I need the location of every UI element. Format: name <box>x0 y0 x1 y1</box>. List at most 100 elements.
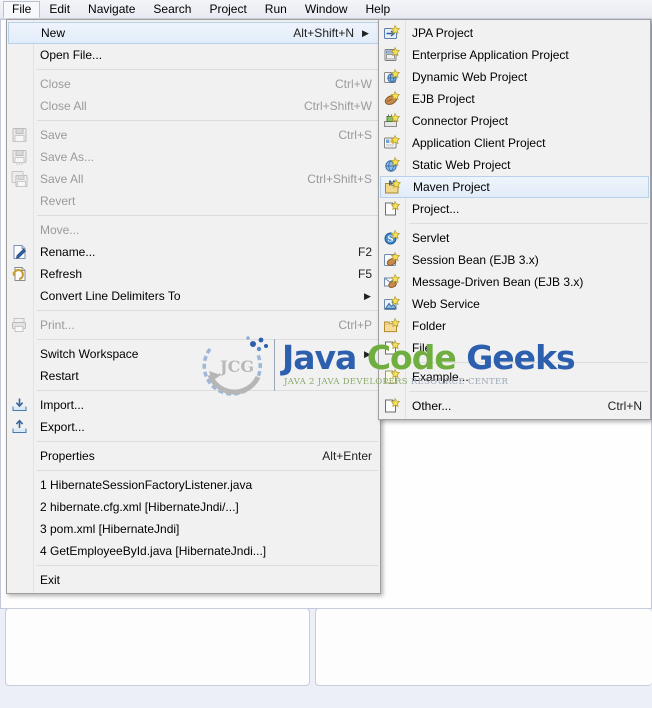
menubar-item-run[interactable]: Run <box>256 1 296 18</box>
new-submenu-item-file[interactable]: File <box>379 337 650 359</box>
menu-item-accelerator: Alt+Shift+N <box>293 26 354 40</box>
menu-item-label: Open File... <box>40 48 103 62</box>
file-menu-popup: New Alt+Shift+N ▶ Open File... Close Ctrl+W Cl… <box>6 19 381 594</box>
menu-item-label: Other... <box>412 399 452 413</box>
file-menu-item-export[interactable]: Export... <box>7 416 380 438</box>
new-submenu-popup: JPA Project Enterprise Application Projec… <box>378 19 651 420</box>
file-menu-item-exit[interactable]: Exit <box>7 569 380 591</box>
folder-icon <box>383 317 401 335</box>
file-menu-item-properties[interactable]: Properties Alt+Enter <box>7 445 380 467</box>
file-menu-item-import[interactable]: Import... <box>7 394 380 416</box>
new-submenu-item-maven-project[interactable]: M Maven Project <box>380 176 649 198</box>
new-submenu-item-application-client-project[interactable]: Application Client Project <box>379 132 650 154</box>
menu-item-label: Web Service <box>412 297 480 311</box>
other-icon <box>383 397 401 415</box>
file-menu-item-revert: Revert <box>7 190 380 212</box>
menubar-item-edit[interactable]: Edit <box>40 1 79 18</box>
menu-separator <box>409 391 648 392</box>
menu-item-label: New <box>41 26 66 40</box>
menu-item-label: Static Web Project <box>412 158 511 172</box>
submenu-arrow-icon: ▶ <box>364 290 371 301</box>
file-menu-item-restart[interactable]: Restart <box>7 365 380 387</box>
menu-separator <box>37 215 378 216</box>
menu-item-label: Save <box>40 128 68 142</box>
new-submenu-item-jpa-project[interactable]: JPA Project <box>379 22 650 44</box>
menu-item-label: 2 hibernate.cfg.xml [HibernateJndi/...] <box>40 500 239 514</box>
file-menu-item-switch-workspace[interactable]: Switch Workspace ▶ <box>7 343 380 365</box>
menu-item-label: Switch Workspace <box>40 347 139 361</box>
menu-item-label: Session Bean (EJB 3.x) <box>412 253 539 267</box>
menu-item-label: Folder <box>412 319 447 333</box>
menu-item-label: Convert Line Delimiters To <box>40 289 181 303</box>
menu-item-label: Application Client Project <box>412 136 546 150</box>
menu-item-label: 3 pom.xml [HibernateJndi] <box>40 522 180 536</box>
file-menu-item-rename[interactable]: Rename... F2 <box>7 241 380 263</box>
file-menu-item-new[interactable]: New Alt+Shift+N ▶ <box>8 22 379 44</box>
project-icon <box>383 200 401 218</box>
file-menu-item-3-pom-xml-hibernatejndi[interactable]: 3 pom.xml [HibernateJndi] <box>7 518 380 540</box>
menu-item-accelerator: Alt+Enter <box>322 449 372 463</box>
save-all-icon <box>11 171 29 188</box>
dynamic-web-project-icon <box>383 68 401 86</box>
new-submenu-item-example[interactable]: Example... <box>379 366 650 388</box>
menubar-item-navigate[interactable]: Navigate <box>79 1 144 18</box>
new-submenu-item-folder[interactable]: Folder <box>379 315 650 337</box>
menubar-item-search[interactable]: Search <box>144 1 200 18</box>
menu-item-label: Connector Project <box>412 114 509 128</box>
menu-separator <box>409 223 648 224</box>
new-submenu-item-ejb-project[interactable]: EJB Project <box>379 88 650 110</box>
file-menu-item-refresh[interactable]: Refresh F5 <box>7 263 380 285</box>
new-submenu-item-enterprise-application-project[interactable]: Enterprise Application Project <box>379 44 650 66</box>
menubar-item-window[interactable]: Window <box>296 1 357 18</box>
menu-item-label: EJB Project <box>412 92 475 106</box>
menu-item-label: Dynamic Web Project <box>412 70 528 84</box>
connector-project-icon <box>383 112 401 130</box>
bottom-left-panel <box>5 608 310 686</box>
application-client-project-icon <box>383 134 401 152</box>
menu-item-accelerator: F5 <box>357 267 372 281</box>
file-menu-item-4-getemployeebyid-java-hibernatejndi[interactable]: 4 GetEmployeeById.java [HibernateJndi...… <box>7 540 380 562</box>
static-web-project-icon <box>383 156 401 174</box>
menu-item-label: Maven Project <box>413 180 490 194</box>
eclipse-window: File Edit Navigate Search Project Run Window He… <box>0 0 652 708</box>
print-icon <box>11 317 29 334</box>
menubar-item-help[interactable]: Help <box>357 1 400 18</box>
servlet-icon: S <box>383 229 401 247</box>
submenu-arrow-icon: ▶ <box>362 27 369 38</box>
menubar-item-file[interactable]: File <box>3 0 41 18</box>
web-service-icon <box>383 295 401 313</box>
session-bean-icon <box>383 251 401 269</box>
menubar-item-project[interactable]: Project <box>200 1 255 18</box>
new-submenu-item-web-service[interactable]: Web Service <box>379 293 650 315</box>
menu-item-label: Servlet <box>412 231 450 245</box>
ejb-project-icon <box>383 90 401 108</box>
new-submenu-item-static-web-project[interactable]: Static Web Project <box>379 154 650 176</box>
new-submenu-item-connector-project[interactable]: Connector Project <box>379 110 650 132</box>
file-menu-item-2-hibernate-cfg-xml-hibernatejndi[interactable]: 2 hibernate.cfg.xml [HibernateJndi/...] <box>7 496 380 518</box>
message-driven-bean-icon <box>383 273 401 291</box>
menu-item-label: File <box>412 341 432 355</box>
new-submenu-item-dynamic-web-project[interactable]: Dynamic Web Project <box>379 66 650 88</box>
file-menu-item-convert-line-delimiters-to[interactable]: Convert Line Delimiters To ▶ <box>7 285 380 307</box>
enterprise-application-project-icon <box>383 46 401 64</box>
svg-text:S: S <box>387 235 393 245</box>
new-submenu-item-servlet[interactable]: S Servlet <box>379 227 650 249</box>
new-submenu-item-project[interactable]: Project... <box>379 198 650 220</box>
new-submenu-item-session-bean-ejb-3-x[interactable]: Session Bean (EJB 3.x) <box>379 249 650 271</box>
menu-separator <box>37 441 378 442</box>
menu-item-label: Save As... <box>40 150 95 164</box>
file-icon <box>383 339 401 357</box>
submenu-arrow-icon: ▶ <box>364 348 371 359</box>
new-submenu-item-other[interactable]: Other... Ctrl+N <box>379 395 650 417</box>
file-menu-item-1-hibernatesessionfactorylistener-java[interactable]: 1 HibernateSessionFactoryListener.java <box>7 474 380 496</box>
menu-bar: File Edit Navigate Search Project Run Window He… <box>0 0 652 19</box>
file-menu-item-print: Print... Ctrl+P <box>7 314 380 336</box>
import-icon <box>11 397 29 414</box>
new-submenu-item-message-driven-bean-ejb-3-x[interactable]: Message-Driven Bean (EJB 3.x) <box>379 271 650 293</box>
save-as-icon <box>11 149 29 166</box>
menu-item-accelerator: Ctrl+P <box>338 318 372 332</box>
menu-item-label: Message-Driven Bean (EJB 3.x) <box>412 275 584 289</box>
file-menu-item-save-all: Save All Ctrl+Shift+S <box>7 168 380 190</box>
menu-item-label: Restart <box>40 369 79 383</box>
file-menu-item-open-file[interactable]: Open File... <box>7 44 380 66</box>
